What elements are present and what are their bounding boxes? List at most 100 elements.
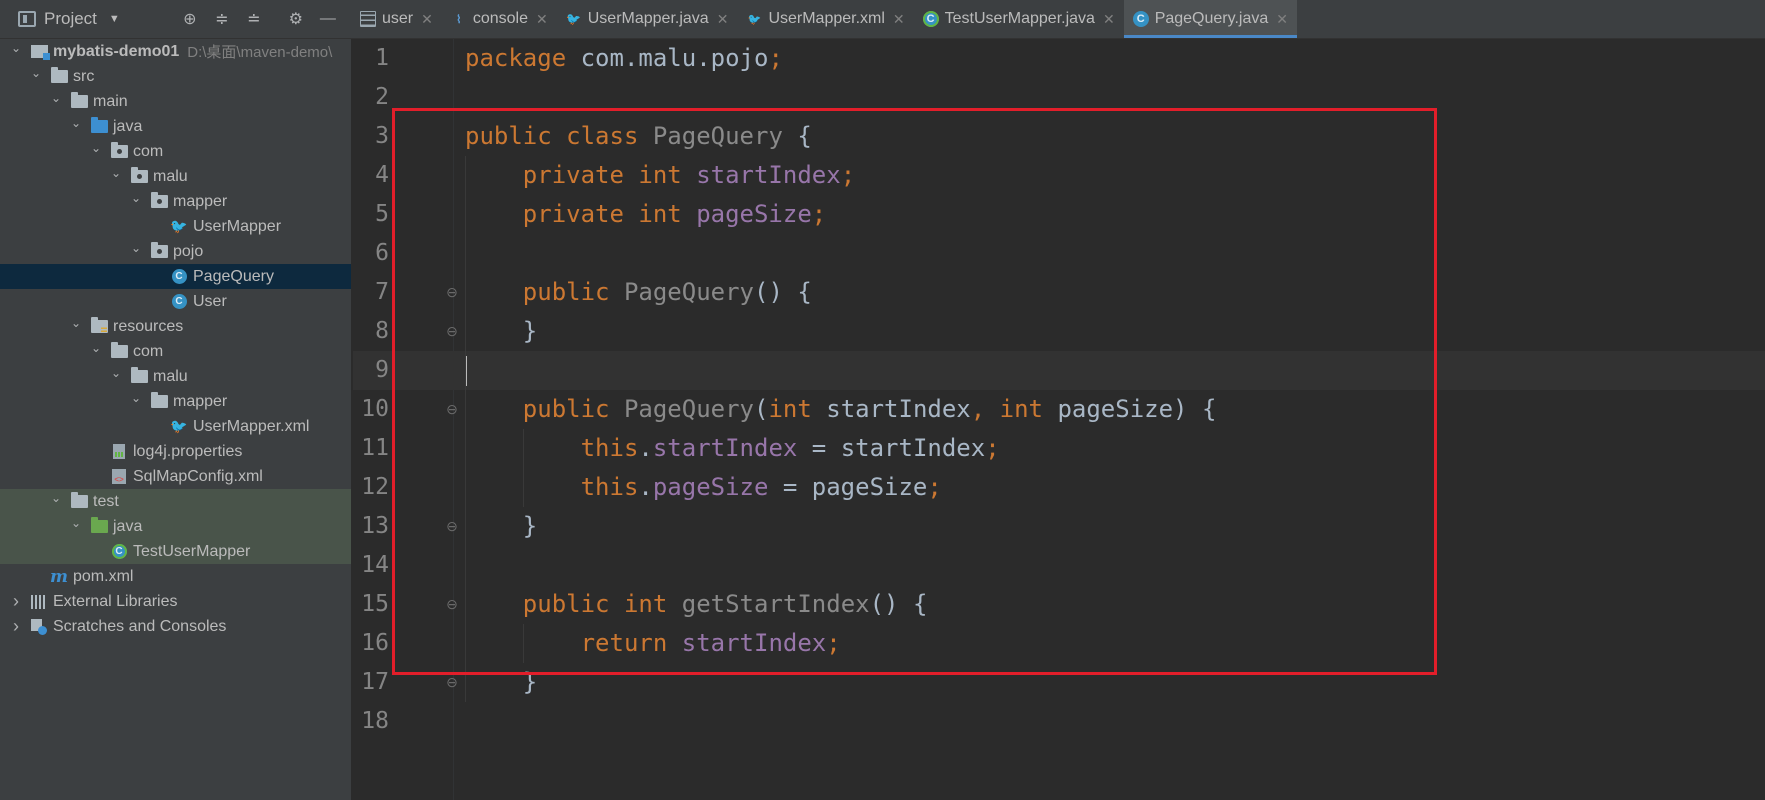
tab-testusermapper-java[interactable]: C TestUserMapper.java ✕	[914, 0, 1124, 38]
code-token: public int	[522, 590, 682, 618]
tree-item-label: malu	[153, 367, 188, 385]
tree-item-malu[interactable]: ⌄ malu	[0, 364, 351, 389]
chevron-down-icon[interactable]: ⌄	[110, 366, 122, 380]
fold-icon[interactable]: ⊖	[443, 400, 461, 418]
code-editor[interactable]: 1 package com.malu.pojo; 2 3 public class Pa…	[353, 39, 1765, 800]
tree-item-label: mapper	[173, 392, 228, 410]
fold-icon[interactable]: ⊖	[443, 322, 461, 340]
tree-item-mapper[interactable]: ⌄ mapper	[0, 189, 351, 214]
code-line: 15 public int getStartIndex() {	[353, 585, 1765, 624]
tree-item-label: resources	[113, 317, 184, 335]
code-token: }	[465, 317, 538, 345]
code-token: public	[522, 278, 624, 306]
code-text: }	[465, 507, 537, 546]
tree-item-external-libraries[interactable]: › External Libraries	[0, 589, 351, 614]
tree-item-usermapper-xml[interactable]: 🐦 UserMapper.xml	[0, 414, 351, 439]
module-path: D:\桌面\maven-demo\	[187, 44, 333, 61]
chevron-down-icon[interactable]: ⌄	[30, 66, 42, 80]
collapse-all-icon[interactable]: ≐	[244, 9, 264, 29]
folder-green-icon	[90, 517, 108, 535]
tree-item-pom-xml[interactable]: m pom.xml	[0, 564, 351, 589]
fold-icon[interactable]: ⊖	[443, 595, 461, 613]
tree-item-pojo[interactable]: ⌄ pojo	[0, 239, 351, 264]
code-token: int	[999, 395, 1058, 423]
tree-item-src[interactable]: ⌄ src	[0, 64, 351, 89]
chevron-right-icon[interactable]: ›	[10, 616, 22, 637]
tab-pagequery-java[interactable]: C PageQuery.java ✕	[1123, 0, 1298, 38]
tree-item-log4j-properties[interactable]: log4j.properties	[0, 439, 351, 464]
tab-label: TestUserMapper.java	[944, 10, 1095, 27]
gear-icon[interactable]: ⚙	[286, 9, 306, 29]
code-token: package	[465, 44, 581, 72]
chevron-right-icon[interactable]: ›	[10, 591, 22, 612]
line-number: 8	[375, 318, 389, 344]
chevron-down-icon[interactable]: ⌄	[70, 116, 82, 130]
chevron-down-icon[interactable]: ⌄	[130, 391, 142, 405]
tab-user[interactable]: user ✕	[351, 0, 442, 38]
code-line: 14	[353, 546, 1765, 585]
code-line: 8 }	[353, 312, 1765, 351]
table-icon	[360, 11, 376, 27]
tree-item-resources[interactable]: ⌄ resources	[0, 314, 351, 339]
chevron-down-icon[interactable]: ⌄	[130, 241, 142, 255]
target-icon[interactable]: ⊕	[180, 9, 200, 29]
code-token: ;	[985, 434, 1000, 462]
close-icon[interactable]: ✕	[421, 11, 433, 28]
line-number: 6	[375, 240, 389, 266]
code-text: }	[465, 663, 537, 702]
chevron-down-icon[interactable]: ⌄	[130, 191, 142, 205]
tree-item-label: PageQuery	[193, 267, 274, 285]
tab-console[interactable]: ⌇ console ✕	[442, 0, 557, 38]
tree-item-java[interactable]: ⌄ java	[0, 514, 351, 539]
tree-item-sqlmapconfig-xml[interactable]: <> SqlMapConfig.xml	[0, 464, 351, 489]
tree-item-mybatis-demo01[interactable]: ⌄ mybatis-demo01 D:\桌面\maven-demo\	[0, 39, 351, 64]
tree-item-com[interactable]: ⌄ com	[0, 139, 351, 164]
tree-item-label: UserMapper.xml	[193, 417, 310, 435]
tree-item-scratches-and-consoles[interactable]: › Scratches and Consoles	[0, 614, 351, 639]
line-number: 3	[375, 123, 389, 149]
close-icon[interactable]: ✕	[893, 11, 905, 28]
tree-item-usermapper[interactable]: 🐦 UserMapper	[0, 214, 351, 239]
tree-item-label: mapper	[173, 192, 228, 210]
tree-item-user[interactable]: C User	[0, 289, 351, 314]
project-view-selector[interactable]: Project ▼	[0, 0, 120, 38]
tree-item-malu[interactable]: ⌄ malu	[0, 164, 351, 189]
fold-icon[interactable]: ⊖	[443, 517, 461, 535]
fold-icon[interactable]: ⊖	[443, 673, 461, 691]
tree-item-com[interactable]: ⌄ com	[0, 339, 351, 364]
tab-usermapper-java[interactable]: 🐦 UserMapper.java ✕	[557, 0, 738, 38]
code-token: = startIndex	[797, 434, 986, 462]
tab-usermapper-xml[interactable]: 🐦 UserMapper.xml ✕	[737, 0, 913, 38]
code-line: 16 return startIndex;	[353, 624, 1765, 663]
chevron-down-icon[interactable]: ⌄	[10, 41, 22, 55]
class-icon: C	[1132, 11, 1149, 27]
chevron-down-icon[interactable]: ⌄	[50, 91, 62, 105]
close-icon[interactable]: ✕	[536, 11, 548, 28]
tree-item-label: src	[73, 67, 95, 85]
code-token: private int	[522, 161, 697, 189]
close-icon[interactable]: ✕	[1276, 11, 1288, 28]
tree-item-test[interactable]: ⌄ test	[0, 489, 351, 514]
minimize-icon[interactable]: —	[318, 9, 338, 29]
tree-item-main[interactable]: ⌄ main	[0, 89, 351, 114]
tree-item-label: mybatis-demo01	[53, 42, 180, 60]
chevron-down-icon[interactable]: ⌄	[70, 316, 82, 330]
tree-item-pagequery[interactable]: C PageQuery	[0, 264, 351, 289]
chevron-down-icon[interactable]: ⌄	[110, 166, 122, 180]
close-icon[interactable]: ✕	[1103, 11, 1115, 28]
expand-all-icon[interactable]: ≑	[212, 9, 232, 29]
chevron-down-icon[interactable]: ⌄	[90, 341, 102, 355]
chevron-down-icon[interactable]: ⌄	[70, 516, 82, 530]
tree-item-testusermapper[interactable]: C TestUserMapper	[0, 539, 351, 564]
line-number: 17	[361, 669, 389, 695]
chevron-down-icon[interactable]: ⌄	[50, 491, 62, 505]
tree-item-java[interactable]: ⌄ java	[0, 114, 351, 139]
chevron-down-icon[interactable]: ⌄	[90, 141, 102, 155]
code-token: this	[580, 434, 639, 462]
close-icon[interactable]: ✕	[717, 11, 729, 28]
tree-item-mapper[interactable]: ⌄ mapper	[0, 389, 351, 414]
code-token: private int	[522, 200, 697, 228]
fold-icon[interactable]: ⊖	[443, 283, 461, 301]
code-line: 4 private int startIndex;	[353, 156, 1765, 195]
